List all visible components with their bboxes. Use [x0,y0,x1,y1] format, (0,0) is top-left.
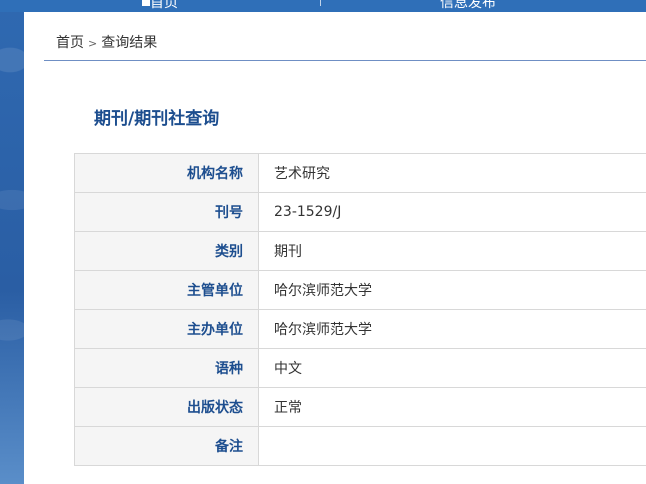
row-value: 期刊 [258,231,646,271]
row-label: 语种 [74,348,259,388]
page-title: 期刊/期刊社查询 [94,109,220,129]
table-row: 备注 [74,426,646,466]
row-label: 主办单位 [74,309,259,349]
table-row: 机构名称 艺术研究 [74,153,646,193]
row-label: 机构名称 [74,153,259,193]
breadcrumb: 首页 > 查询结果 [56,32,157,52]
table-row: 主管单位 哈尔滨师范大学 [74,270,646,310]
table-row: 刊号 23-1529/J [74,192,646,232]
table-row: 主办单位 哈尔滨师范大学 [74,309,646,349]
row-value: 中文 [258,348,646,388]
journal-info-table: 机构名称 艺术研究 刊号 23-1529/J 类别 期刊 主管单位 哈尔滨师范大… [74,153,646,466]
row-label: 类别 [74,231,259,271]
content-panel: 首页 > 查询结果 期刊/期刊社查询 机构名称 艺术研究 刊号 23-1529/J … [24,12,646,484]
row-label: 出版状态 [74,387,259,427]
row-value: 正常 [258,387,646,427]
row-label: 刊号 [74,192,259,232]
row-value: 哈尔滨师范大学 [258,270,646,310]
row-value: 哈尔滨师范大学 [258,309,646,349]
row-label: 备注 [74,426,259,466]
row-value [258,426,646,466]
home-icon [142,0,150,6]
breadcrumb-current: 查询结果 [101,35,158,51]
row-value: 艺术研究 [258,153,646,193]
nav-divider [320,0,321,6]
table-row: 类别 期刊 [74,231,646,271]
nav-home-link[interactable]: 首页 [150,0,178,12]
nav-info-link[interactable]: 信息发布 [440,0,496,12]
breadcrumb-divider [44,60,646,61]
table-row: 语种 中文 [74,348,646,388]
table-row: 出版状态 正常 [74,387,646,427]
row-label: 主管单位 [74,270,259,310]
breadcrumb-home-link[interactable]: 首页 [56,35,84,51]
row-value: 23-1529/J [258,192,646,232]
breadcrumb-separator: > [88,37,98,50]
top-navigation: 首页 信息发布 [0,0,646,12]
